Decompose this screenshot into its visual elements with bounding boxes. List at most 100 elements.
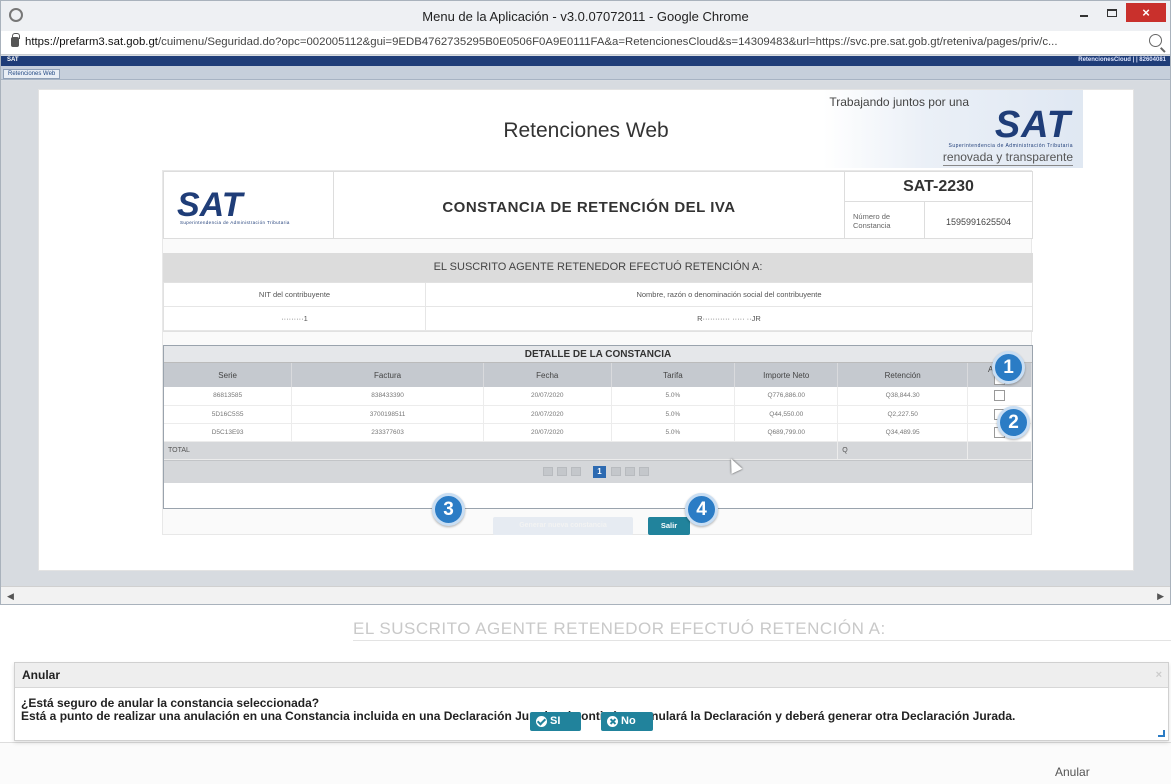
nit-value: ·········1: [164, 307, 426, 330]
document-logo-subtitle: Superintendencia de Administración Tribu…: [180, 220, 290, 225]
col-importe[interactable]: Importe Neto: [734, 363, 839, 387]
cell-serie: D5C13E93: [164, 423, 293, 442]
url-text[interactable]: https://prefarm3.sat.gob.gt/cuimenu/Segu…: [25, 36, 1140, 48]
table-row: 86813585 838433390 20/07/2020 5.0% Q776,…: [164, 387, 1032, 406]
step-badge-3: 3: [432, 493, 465, 526]
total-row: TOTAL Q: [164, 441, 1032, 460]
cell-serie: 5D16C5S5: [164, 405, 293, 424]
site-bar-user[interactable]: RetencionesCloud | | 82604081: [1078, 57, 1166, 63]
detalle-grid: Serie Factura Fecha Tarifa Importe Neto …: [164, 363, 1032, 460]
document-logo-cell: SAT Superintendencia de Administración T…: [164, 172, 334, 238]
prev2-page-button[interactable]: [571, 466, 581, 476]
anular-dialog: Anular × ¿Está seguro de anular la const…: [14, 662, 1169, 741]
title-bar: Menu de la Aplicación - v3.0.07072011 - …: [1, 1, 1170, 31]
dialog-question: ¿Está seguro de anular la constancia sel…: [21, 696, 320, 710]
pagination: 1: [164, 459, 1032, 483]
cell-factura: 3700198511: [291, 405, 484, 424]
maximize-button[interactable]: [1098, 3, 1126, 22]
detalle-table: DETALLE DE LA CONSTANCIA Serie Factura F…: [163, 345, 1033, 509]
cell-importe: Q776,886.00: [734, 387, 839, 406]
col-factura[interactable]: Factura: [291, 363, 484, 387]
url-path: /cuimenu/Seguridad.do?opc=002005112&gui=…: [157, 36, 1058, 48]
name-label: Nombre, razón o denominación social del …: [636, 290, 822, 299]
step-badge-1: 1: [992, 351, 1025, 384]
dialog-title-bar: Anular ×: [15, 663, 1168, 688]
step-badge-2: 2: [997, 406, 1030, 439]
address-bar[interactable]: https://prefarm3.sat.gob.gt/cuimenu/Segu…: [1, 31, 1170, 55]
banner: Retenciones Web Trabajando juntos por un…: [39, 90, 1133, 168]
zoom-icon[interactable]: [1149, 34, 1162, 47]
site-bar-logo: SAT: [7, 57, 19, 63]
lock-icon: [11, 33, 20, 47]
cell-tarifa: 5.0%: [611, 405, 736, 424]
total-anular-cell: [967, 441, 1032, 460]
tagline-bottom: renovada y transparente: [942, 150, 1073, 166]
cell-fecha: 20/07/2020: [483, 423, 612, 442]
col-serie[interactable]: Serie: [164, 363, 293, 387]
current-page[interactable]: 1: [593, 465, 606, 478]
constancia-number-value: 1595991625504: [924, 202, 1032, 238]
col-retencion[interactable]: Retención: [837, 363, 969, 387]
minimize-icon: [1080, 14, 1088, 17]
nit-label: NIT del contribuyente: [164, 283, 426, 306]
sat-logo-subtitle: Superintendencia de Administración Tribu…: [948, 143, 1073, 149]
step-badge-4: 4: [685, 493, 718, 526]
background-anular-header: Anular: [1055, 765, 1090, 779]
site-top-bar: SAT RetencionesCloud | | 82604081: [1, 56, 1170, 66]
confirm-no-button[interactable]: No: [601, 712, 653, 731]
generate-constancia-button[interactable]: Generar nueva constancia: [493, 517, 633, 535]
dialog-close-icon[interactable]: ×: [1156, 663, 1162, 688]
suscrito-heading: EL SUSCRITO AGENTE RETENEDOR EFECTUÓ RET…: [163, 253, 1033, 282]
table-row: D5C13E93 233377603 20/07/2020 5.0% Q689,…: [164, 423, 1032, 442]
cell-factura: 233377603: [291, 423, 484, 442]
close-button[interactable]: ×: [1126, 3, 1166, 22]
cell-anular: [967, 387, 1032, 406]
constancia-number-label: Número de Constancia: [844, 202, 924, 238]
action-bar: Generar nueva constancia Salir: [163, 517, 1033, 537]
background-divider: [353, 640, 1171, 641]
background-suscrito-text: EL SUSCRITO AGENTE RETENEDOR EFECTUÓ RET…: [353, 619, 886, 638]
col-tarifa[interactable]: Tarifa: [611, 363, 736, 387]
last-page-button[interactable]: [639, 466, 649, 476]
yes-label: SI: [550, 715, 561, 727]
col-fecha[interactable]: Fecha: [483, 363, 612, 387]
cell-fecha: 20/07/2020: [483, 405, 612, 424]
cell-factura: 838433390: [291, 387, 484, 406]
document-header: SAT Superintendencia de Administración T…: [163, 171, 1033, 239]
cell-importe: Q44,550.00: [734, 405, 839, 424]
cell-retencion: Q38,844.30: [837, 387, 969, 406]
close-icon: ×: [1142, 5, 1150, 20]
confirm-yes-button[interactable]: SI: [530, 712, 581, 731]
no-label: No: [621, 715, 636, 727]
contribuyente-value-row: ·········1 R··········· ····· ··JR: [164, 307, 1032, 331]
cell-fecha: 20/07/2020: [483, 387, 612, 406]
contribuyente-table: NIT del contribuyente Nombre, razón o de…: [163, 282, 1033, 332]
resize-grip-icon[interactable]: [1158, 730, 1165, 737]
cell-tarifa: 5.0%: [611, 387, 736, 406]
exit-button[interactable]: Salir: [648, 517, 690, 535]
name-value: R··········· ····· ··JR: [697, 314, 761, 323]
cell-retencion: Q34,489.95: [837, 423, 969, 442]
prev-page-button[interactable]: [557, 466, 567, 476]
constancia-document: SAT Superintendencia de Administración T…: [162, 170, 1033, 537]
maximize-icon: [1107, 8, 1117, 17]
dialog-warning: Está a punto de realizar una anulación e…: [21, 709, 1016, 723]
anular-checkbox[interactable]: [994, 390, 1006, 402]
scroll-left-icon[interactable]: ◀: [7, 591, 14, 602]
document-title: CONSTANCIA DE RETENCIÓN DEL IVA: [442, 199, 736, 216]
form-code: SAT-2230: [844, 172, 1032, 202]
tab-retenciones-web[interactable]: Retenciones Web: [3, 69, 61, 79]
page-content: Retenciones Web Trabajando juntos por un…: [38, 89, 1134, 571]
next2-page-button[interactable]: [625, 466, 635, 476]
cell-importe: Q689,799.00: [734, 423, 839, 442]
horizontal-scrollbar[interactable]: ◀ ▶: [1, 586, 1170, 604]
minimize-button[interactable]: [1070, 3, 1098, 22]
x-circle-icon: [607, 716, 618, 727]
window-controls: ×: [1070, 3, 1166, 22]
first-page-button[interactable]: [543, 466, 553, 476]
scroll-right-icon[interactable]: ▶: [1157, 591, 1164, 602]
browser-window: Menu de la Aplicación - v3.0.07072011 - …: [0, 0, 1171, 605]
table-row: 5D16C5S5 3700198511 20/07/2020 5.0% Q44,…: [164, 405, 1032, 424]
next-page-button[interactable]: [611, 466, 621, 476]
window-title: Menu de la Aplicación - v3.0.07072011 - …: [422, 9, 749, 24]
